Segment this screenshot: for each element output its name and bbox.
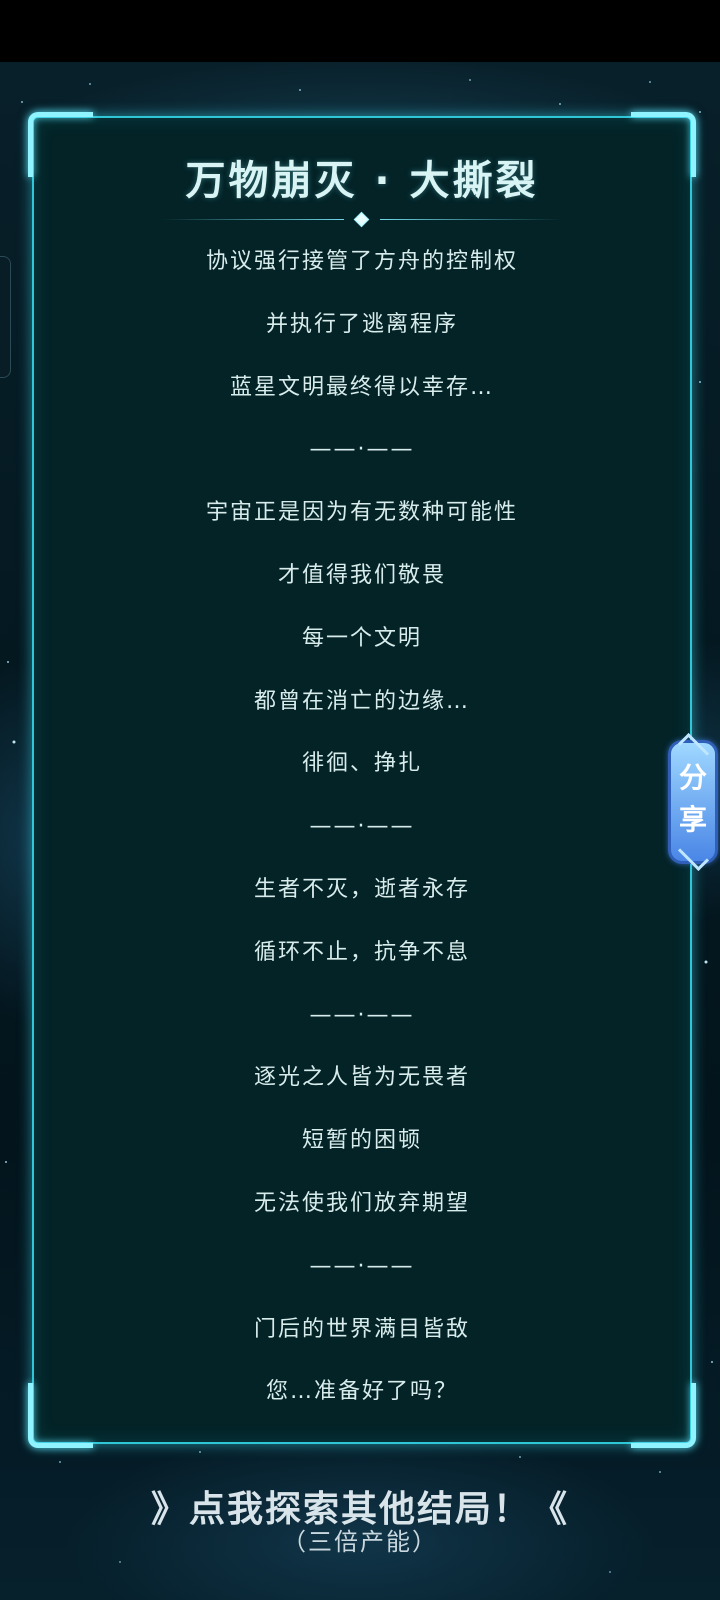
share-label-line1: 分 — [678, 761, 707, 794]
story-line: 循环不止，抗争不息 — [253, 939, 470, 965]
divider-diamond-icon — [353, 211, 370, 228]
story-separator: ——·—— — [309, 1002, 415, 1028]
story-line: 门后的世界满目皆敌 — [253, 1316, 470, 1342]
divider-line-right — [380, 219, 562, 220]
story-line: 无法使我们放弃期望 — [253, 1190, 470, 1216]
story-line: 每一个文明 — [301, 625, 422, 651]
story-line: 逐光之人皆为无畏者 — [253, 1065, 470, 1091]
share-button-label: 分 享 — [671, 757, 715, 841]
explore-endings-sublabel: （三倍产能） — [282, 1528, 438, 1556]
ending-panel: 万物崩灭 · 大撕裂 协议强行接管了方舟的控制权 并执行了逃离程序 蓝星文明最终… — [28, 112, 696, 1448]
story-line: 徘徊、挣扎 — [301, 751, 422, 777]
story-text: 协议强行接管了方舟的控制权 并执行了逃离程序 蓝星文明最终得以幸存… ——·——… — [34, 231, 690, 1424]
title-divider — [162, 211, 562, 228]
status-bar-area — [0, 0, 720, 62]
story-separator: ——·—— — [309, 814, 415, 840]
share-button[interactable]: 分 享 — [668, 732, 718, 872]
story-line: 蓝星文明最终得以幸存… — [229, 374, 494, 400]
story-line: 生者不灭，逝者永存 — [253, 876, 470, 902]
divider-line-left — [162, 219, 344, 220]
ending-screen: 万物崩灭 · 大撕裂 协议强行接管了方舟的控制权 并执行了逃离程序 蓝星文明最终… — [0, 0, 720, 1600]
share-label-line2: 享 — [678, 803, 707, 836]
ending-title: 万物崩灭 · 大撕裂 — [185, 158, 539, 204]
story-line: 短暂的困顿 — [301, 1128, 422, 1154]
side-drawer-handle[interactable] — [0, 256, 11, 378]
story-line: 并执行了逃离程序 — [265, 311, 458, 337]
story-line: 都曾在消亡的边缘… — [253, 688, 470, 714]
story-line: 宇宙正是因为有无数种可能性 — [205, 500, 518, 526]
story-line: 才值得我们敬畏 — [277, 562, 446, 588]
story-separator: ——·—— — [309, 437, 415, 463]
story-line: 您…准备好了吗？ — [265, 1379, 458, 1405]
story-line: 协议强行接管了方舟的控制权 — [205, 249, 518, 274]
story-separator: ——·—— — [309, 1253, 415, 1279]
